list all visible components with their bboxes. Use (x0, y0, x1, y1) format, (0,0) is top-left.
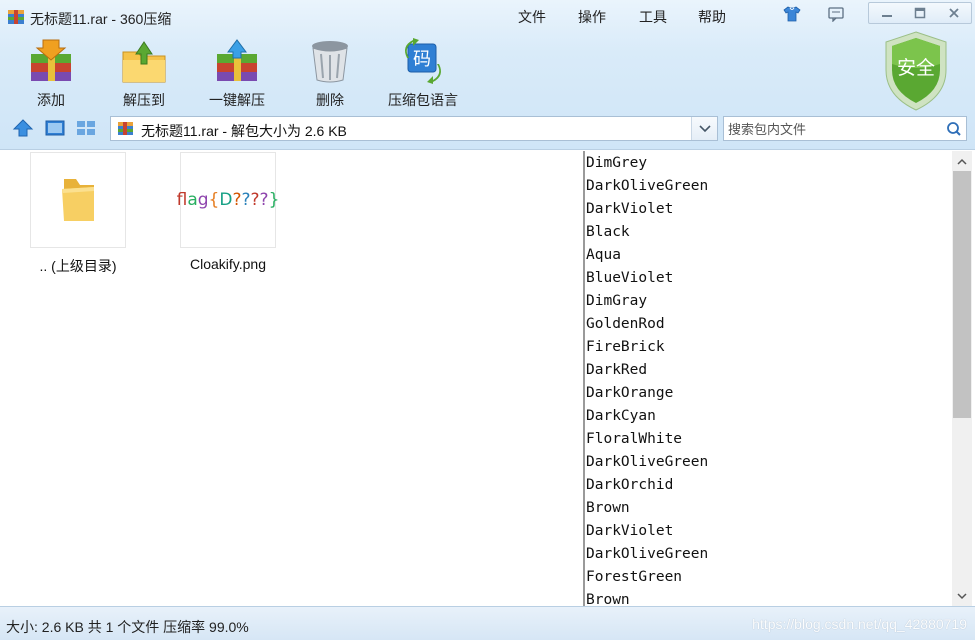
preview-pane: DimGrey DarkOliveGreen DarkViolet Black … (586, 151, 952, 606)
preview-line: Brown (586, 592, 630, 606)
scroll-thumb[interactable] (953, 171, 971, 418)
menu-tools[interactable]: 工具 (639, 7, 667, 27)
add-archive-icon (31, 39, 71, 81)
minimize-button[interactable] (872, 3, 902, 23)
preview-text-list: DimGrey DarkOliveGreen DarkViolet Black … (586, 151, 952, 606)
preview-line: Aqua (586, 247, 621, 263)
up-level-button[interactable] (11, 117, 35, 139)
path-dropdown-button[interactable] (691, 117, 717, 140)
file-item-cloakify[interactable]: flag{D????} Cloakify.png (163, 152, 293, 272)
one-click-extract-icon (217, 39, 257, 81)
status-bar: 大小: 2.6 KB 共 1 个文件 压缩率 99.0% https://blo… (0, 606, 975, 640)
preview-line: Black (586, 224, 630, 240)
preview-line: FloralWhite (586, 431, 683, 447)
preview-line: DarkViolet (586, 201, 674, 217)
preview-line: DarkOliveGreen (586, 546, 709, 562)
close-button[interactable] (939, 3, 969, 23)
preview-line: DarkOrange (586, 385, 674, 401)
large-icon-view-icon (45, 120, 65, 136)
grid-view-icon (77, 121, 95, 135)
maximize-button[interactable] (905, 3, 935, 23)
shield-icon: 安全 (885, 31, 947, 111)
security-badge-text: 安全 (897, 57, 935, 79)
extract-folder-icon (122, 41, 166, 83)
preview-line: GoldenRod (586, 316, 665, 332)
preview-line: ForestGreen (586, 569, 683, 585)
status-text: 大小: 2.6 KB 共 1 个文件 压缩率 99.0% (6, 619, 249, 635)
folder-icon (62, 179, 94, 221)
view-details-button[interactable] (74, 117, 98, 139)
add-label: 添加 (37, 92, 65, 108)
pane-splitter[interactable] (583, 151, 585, 606)
archive-encoding-button[interactable]: 码 压缩包语言 (378, 38, 468, 110)
menu-operation[interactable]: 操作 (578, 7, 606, 27)
preview-scrollbar[interactable] (952, 151, 972, 606)
preview-line: BlueViolet (586, 270, 674, 286)
minimize-icon (882, 15, 892, 17)
view-large-icons-button[interactable] (43, 117, 67, 139)
preview-line: FireBrick (586, 339, 665, 355)
preview-line: DimGrey (586, 155, 648, 171)
title-bar: 无标题11.rar - 360压缩 文件 操作 工具 帮助 (0, 0, 975, 32)
up-arrow-icon (12, 119, 34, 137)
window-title: 无标题11.rar - 360压缩 (30, 11, 172, 27)
maximize-icon (914, 7, 926, 19)
security-badge[interactable]: 安全 (880, 30, 952, 112)
menu-file[interactable]: 文件 (518, 7, 546, 27)
feedback-button[interactable] (825, 4, 847, 24)
path-text: 无标题11.rar - 解包大小为 2.6 KB (141, 123, 347, 139)
thumbnail-text: flag{D????} (176, 190, 280, 210)
svg-text:码: 码 (413, 49, 431, 70)
archive-encoding-label: 压缩包语言 (388, 92, 458, 108)
extract-to-label: 解压到 (123, 92, 165, 108)
close-icon (949, 8, 959, 18)
message-icon (828, 7, 844, 22)
file-name: Cloakify.png (189, 256, 266, 272)
encoding-icon: 码 (405, 38, 441, 84)
scroll-down-button[interactable] (952, 586, 972, 606)
file-item-parent-dir[interactable]: .. (上级目录) (13, 152, 143, 276)
png-thumbnail: flag{D????} (177, 152, 279, 248)
shirt-icon (783, 6, 801, 22)
preview-line: Brown (586, 500, 630, 516)
window-controls (868, 2, 972, 24)
chevron-up-icon (957, 158, 967, 165)
app-icon (8, 10, 24, 24)
extract-to-button[interactable]: 解压到 (99, 38, 189, 110)
preview-line: DimGray (586, 293, 648, 309)
scroll-up-button[interactable] (952, 151, 972, 171)
file-name: .. (上级目录) (39, 258, 117, 274)
file-list-pane: .. (上级目录) flag{D????} Cloakify.png (0, 151, 584, 606)
search-box (723, 116, 967, 141)
archive-icon (118, 122, 133, 135)
path-bar[interactable]: 无标题11.rar - 解包大小为 2.6 KB (110, 116, 718, 141)
preview-line: DarkCyan (586, 408, 656, 424)
preview-line: DarkViolet (586, 523, 674, 539)
preview-line: DarkRed (586, 362, 648, 378)
preview-line: DarkOliveGreen (586, 178, 709, 194)
search-icon (947, 121, 961, 136)
delete-button[interactable]: 删除 (285, 38, 375, 110)
search-button[interactable] (944, 119, 964, 138)
chevron-down-icon (698, 124, 711, 132)
delete-label: 删除 (316, 92, 344, 108)
one-click-extract-button[interactable]: 一键解压 (192, 38, 282, 110)
preview-line: DarkOliveGreen (586, 454, 709, 470)
trash-icon (312, 41, 348, 83)
menu-help[interactable]: 帮助 (698, 7, 726, 27)
chevron-down-icon (957, 592, 967, 599)
add-button[interactable]: 添加 (6, 38, 96, 110)
file-thumbnail (30, 152, 126, 248)
search-input[interactable] (728, 120, 938, 138)
skin-button[interactable] (781, 4, 803, 24)
watermark-text: https://blog.csdn.net/qq_42880719 (752, 616, 967, 632)
preview-line: DarkOrchid (586, 477, 674, 493)
one-click-extract-label: 一键解压 (209, 92, 265, 108)
